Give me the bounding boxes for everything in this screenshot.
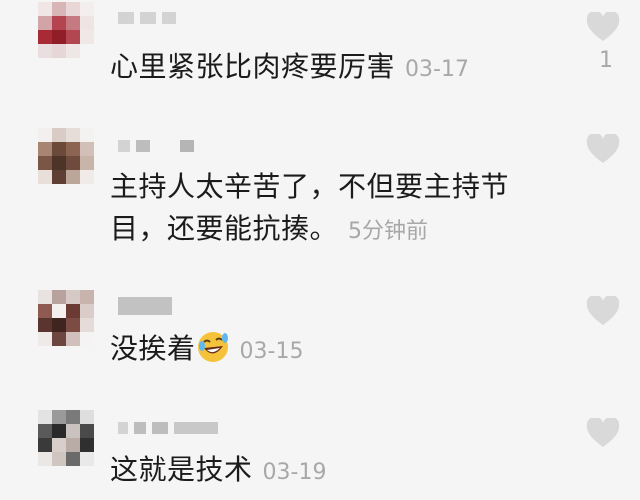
comment-text: 这就是技术 03-19 <box>110 453 327 486</box>
rolling-laughing-emoji <box>197 332 228 362</box>
heart-icon[interactable] <box>586 418 620 448</box>
username-masked[interactable] <box>118 138 194 154</box>
comment-text: 心里紧张比肉疼要厉害 03-17 <box>110 50 469 83</box>
comment-text: 没挨着 03-15 <box>110 332 304 365</box>
comment-time: 03-15 <box>239 339 304 364</box>
username-masked[interactable] <box>118 297 172 315</box>
avatar[interactable] <box>38 290 94 346</box>
avatar[interactable] <box>38 410 94 466</box>
heart-icon[interactable] <box>586 12 620 42</box>
heart-icon[interactable] <box>586 134 620 164</box>
username-masked[interactable] <box>118 420 218 436</box>
comment-time: 03-17 <box>405 57 469 82</box>
heart-icon[interactable] <box>586 296 620 326</box>
avatar[interactable] <box>38 2 94 58</box>
comment-time: 03-19 <box>262 460 327 485</box>
comment-text: 主持人太辛苦了，不但要主持节目，还要能抗揍。 5分钟前 <box>110 170 510 245</box>
like-count: 1 <box>599 48 613 73</box>
comment-time: 5分钟前 <box>348 219 429 244</box>
username-masked[interactable] <box>118 10 176 26</box>
avatar[interactable] <box>38 128 94 184</box>
